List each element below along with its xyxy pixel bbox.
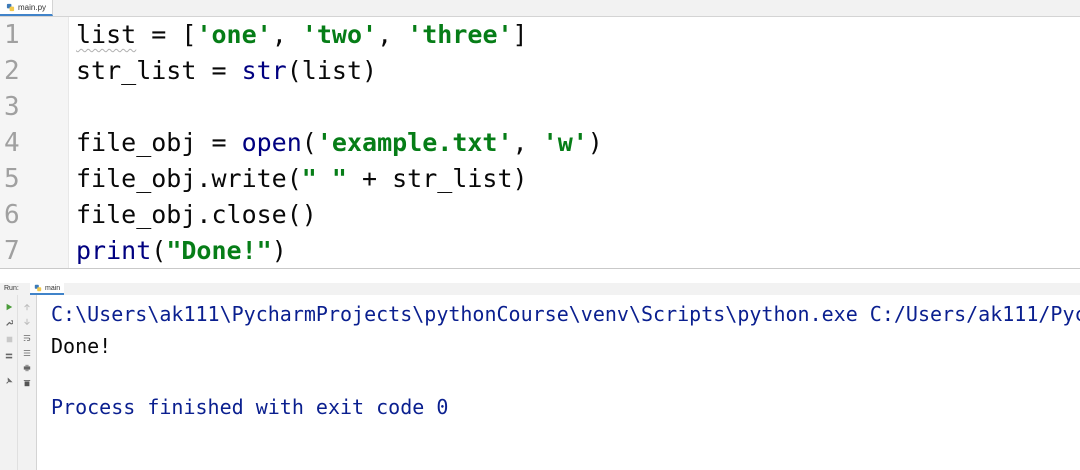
console-command-line: C:\Users\ak111\PycharmProjects\pythonCou…: [51, 302, 1080, 326]
line-number: 3: [4, 92, 20, 122]
run-tab-main[interactable]: main: [30, 283, 65, 295]
pin-icon[interactable]: [3, 375, 15, 387]
editor-tab-bar: main.py: [0, 0, 1080, 17]
line-number: 2: [4, 56, 20, 86]
code-text[interactable]: print("Done!"): [76, 233, 287, 269]
trash-icon[interactable]: [21, 377, 33, 389]
code-text[interactable]: file_obj.write(" " + str_list): [76, 161, 528, 197]
layout-icon[interactable]: [3, 350, 15, 362]
code-line: 5 file_obj.write(" " + str_list): [0, 161, 1080, 197]
run-console[interactable]: C:\Users\ak111\PycharmProjects\pythonCou…: [37, 295, 1080, 470]
code-editor[interactable]: 1 list = ['one', 'two', 'three'] 2 str_l…: [0, 17, 1080, 268]
console-output-line: Done!: [51, 334, 112, 358]
code-line: 7 print("Done!"): [0, 233, 1080, 269]
tab-label: main.py: [18, 2, 47, 12]
code-line: 1 list = ['one', 'two', 'three']: [0, 17, 1080, 53]
line-number: 7: [4, 236, 20, 266]
code-line: 4 file_obj = open('example.txt', 'w'): [0, 125, 1080, 161]
python-file-icon: [6, 3, 15, 11]
arrow-down-icon[interactable]: [21, 316, 33, 328]
code-line: 6 file_obj.close(): [0, 197, 1080, 233]
wrench-icon[interactable]: [3, 317, 15, 329]
print-icon[interactable]: [21, 362, 33, 374]
arrow-up-icon[interactable]: [21, 301, 33, 313]
code-text[interactable]: file_obj.close(): [76, 197, 317, 233]
code-line: 3: [0, 89, 1080, 125]
console-actions-sidebar: [18, 295, 37, 470]
scroll-to-end-icon[interactable]: [21, 347, 33, 359]
code-text[interactable]: file_obj = open('example.txt', 'w'): [76, 125, 603, 161]
line-number: 5: [4, 164, 20, 194]
python-file-icon: [34, 284, 42, 292]
run-actions-sidebar: [0, 295, 18, 470]
code-line: 2 str_list = str(list): [0, 53, 1080, 89]
run-toolbar: Run: main: [0, 283, 1080, 295]
line-number: 1: [4, 20, 20, 50]
soft-wrap-icon[interactable]: [21, 332, 33, 344]
code-text[interactable]: str_list = str(list): [76, 53, 377, 89]
stop-icon[interactable]: [3, 333, 15, 345]
tab-main-py[interactable]: main.py: [0, 0, 54, 16]
console-exit-message: Process finished with exit code 0: [51, 395, 449, 419]
play-icon[interactable]: [3, 301, 15, 313]
line-number: 4: [4, 128, 20, 158]
panel-divider[interactable]: [0, 268, 1080, 269]
run-title: Run:: [4, 285, 19, 292]
code-text[interactable]: list = ['one', 'two', 'three']: [76, 17, 528, 53]
run-tab-label: main: [45, 284, 61, 292]
line-number: 6: [4, 200, 20, 230]
